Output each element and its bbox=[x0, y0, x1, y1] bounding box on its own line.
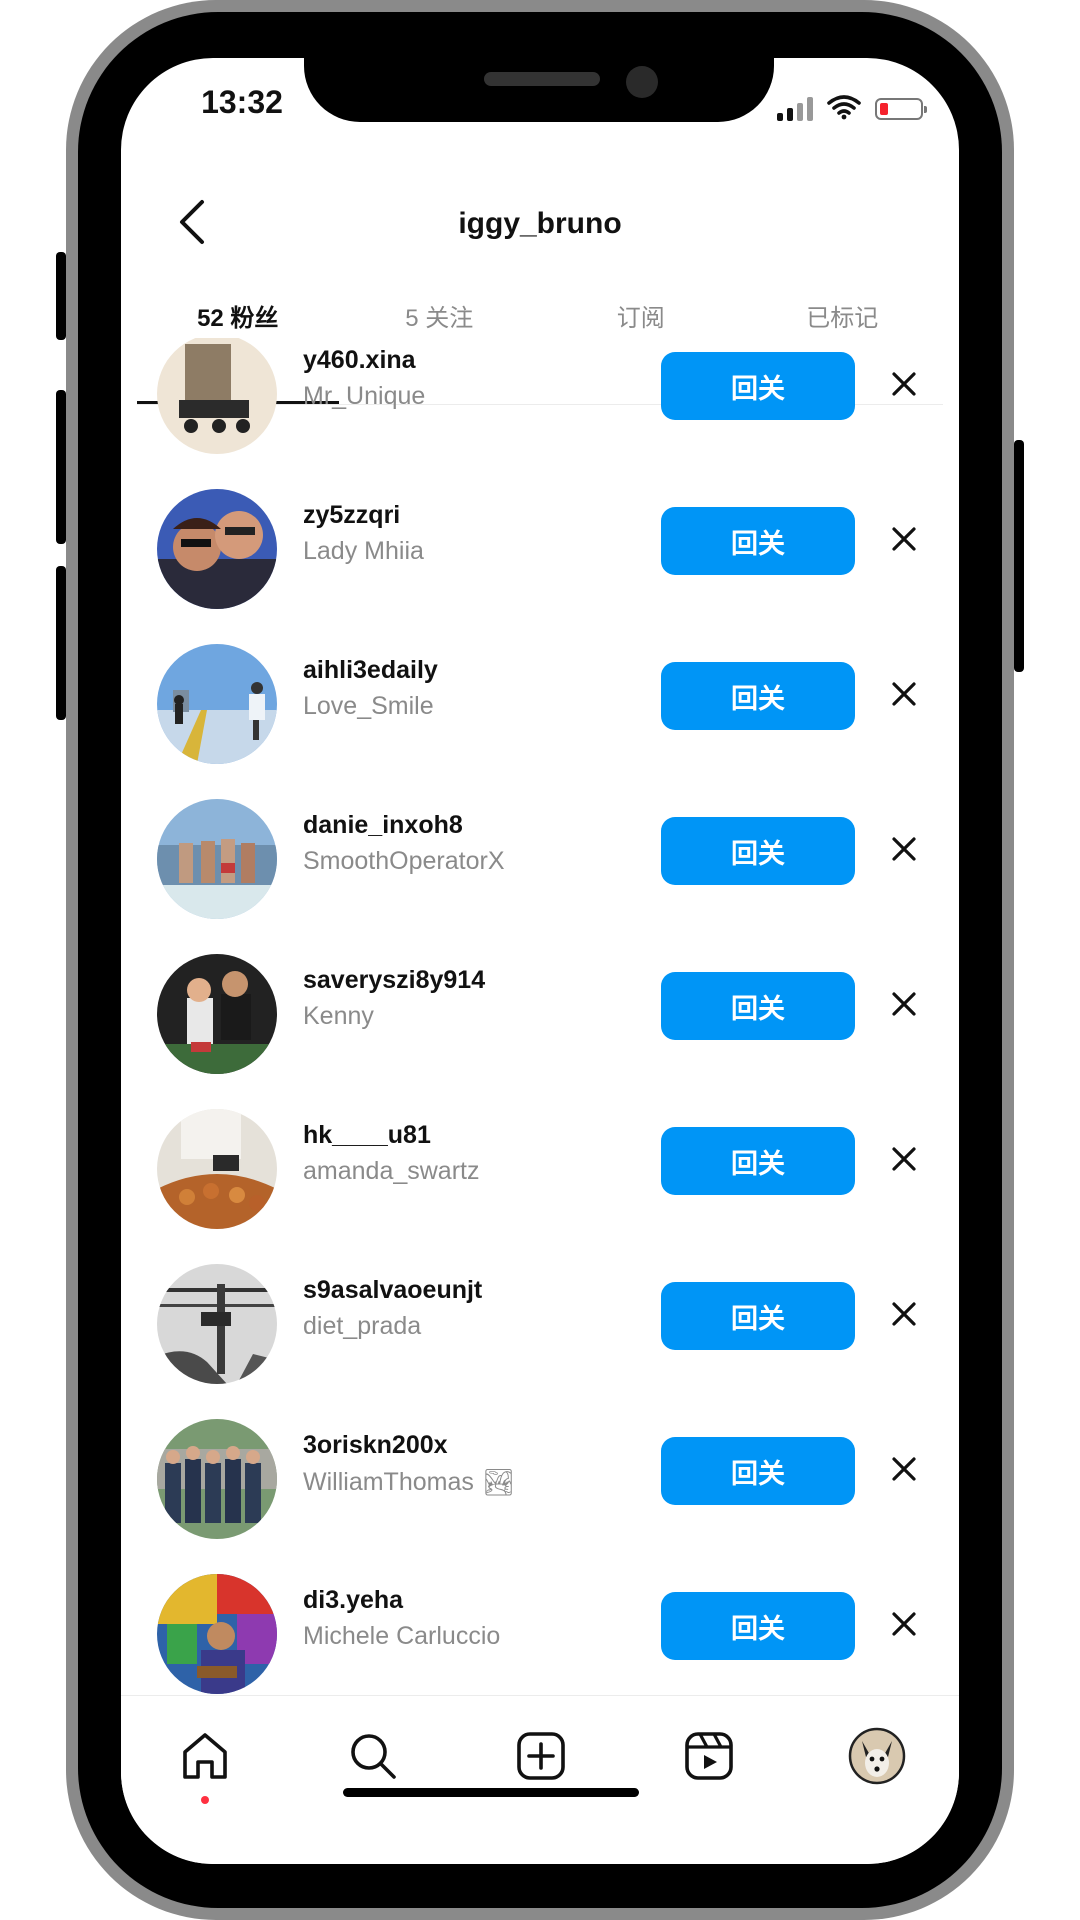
close-icon bbox=[891, 371, 917, 402]
remove-follower-button[interactable] bbox=[886, 1608, 922, 1644]
speaker bbox=[484, 72, 600, 86]
avatar[interactable] bbox=[157, 489, 277, 609]
followers-list: y460.xina Mr_Unique 回关 zy5zzqri Lady Mhi… bbox=[121, 338, 959, 1695]
close-icon bbox=[891, 1301, 917, 1332]
home-icon bbox=[179, 1730, 231, 1787]
front-camera bbox=[626, 66, 658, 98]
remove-follower-button[interactable] bbox=[886, 678, 922, 714]
remove-follower-button[interactable] bbox=[886, 833, 922, 869]
avatar[interactable] bbox=[157, 1264, 277, 1384]
remove-follower-button[interactable] bbox=[886, 1453, 922, 1489]
avatar[interactable] bbox=[157, 1574, 277, 1694]
follower-username[interactable]: zy5zzqri bbox=[303, 501, 400, 530]
nav-search[interactable] bbox=[345, 1730, 401, 1786]
signal-icon bbox=[777, 97, 813, 121]
remove-follower-button[interactable] bbox=[886, 368, 922, 404]
remove-follower-button[interactable] bbox=[886, 1143, 922, 1179]
wifi-icon bbox=[827, 94, 861, 125]
close-icon bbox=[891, 991, 917, 1022]
notch bbox=[304, 58, 774, 122]
avatar[interactable] bbox=[157, 954, 277, 1074]
follow-back-button[interactable]: 回关 bbox=[661, 817, 855, 885]
chevron-left-icon bbox=[176, 199, 206, 250]
avatar[interactable] bbox=[157, 644, 277, 764]
status-icons bbox=[777, 94, 927, 125]
follower-username[interactable]: aihli3edaily bbox=[303, 656, 438, 685]
follower-display-name: Lady Mhiia bbox=[303, 537, 424, 565]
follower-display-name: SmoothOperatorX bbox=[303, 847, 505, 875]
side-button-mute bbox=[56, 252, 66, 340]
avatar[interactable] bbox=[157, 1109, 277, 1229]
battery-icon bbox=[875, 98, 927, 120]
avatar[interactable] bbox=[157, 799, 277, 919]
close-icon bbox=[891, 836, 917, 867]
remove-follower-button[interactable] bbox=[886, 523, 922, 559]
follow-back-button[interactable]: 回关 bbox=[661, 1592, 855, 1660]
follower-username[interactable]: y460.xina bbox=[303, 346, 416, 375]
avatar[interactable] bbox=[157, 1419, 277, 1539]
follower-username[interactable]: s9asalvaoeunjt bbox=[303, 1276, 482, 1305]
nav-create[interactable] bbox=[513, 1730, 569, 1786]
close-icon bbox=[891, 1611, 917, 1642]
follow-back-button[interactable]: 回关 bbox=[661, 352, 855, 420]
follower-display-name: Mr_Unique bbox=[303, 382, 426, 410]
follower-display-name: amanda_swartz bbox=[303, 1157, 480, 1185]
list-item: danie_inxoh8 SmoothOperatorX 回关 bbox=[121, 799, 959, 954]
follow-back-button[interactable]: 回关 bbox=[661, 1282, 855, 1350]
follower-display-name: Love_Smile bbox=[303, 692, 434, 720]
remove-follower-button[interactable] bbox=[886, 1298, 922, 1334]
back-button[interactable] bbox=[161, 178, 221, 270]
follow-back-button[interactable]: 回关 bbox=[661, 662, 855, 730]
list-item: saveryszi8y914 Kenny 回关 bbox=[121, 954, 959, 1109]
nav-profile[interactable] bbox=[848, 1727, 906, 1786]
follower-display-name: Kenny bbox=[303, 1002, 374, 1030]
list-item: y460.xina Mr_Unique 回关 bbox=[121, 338, 959, 489]
list-item: di3.yeha Michele Carluccio 回关 bbox=[121, 1574, 959, 1695]
notification-dot bbox=[201, 1796, 209, 1804]
follow-back-button[interactable]: 回关 bbox=[661, 507, 855, 575]
list-item: 3oriskn200x WilliamThomas 🏞 回关 bbox=[121, 1419, 959, 1574]
list-item: aihli3edaily Love_Smile 回关 bbox=[121, 644, 959, 799]
screen: 13:32 iggy_bruno 52 粉丝 5 关注 订阅 已标记 y460.… bbox=[121, 58, 959, 1864]
nav-reels[interactable] bbox=[681, 1730, 737, 1786]
search-icon bbox=[347, 1730, 399, 1787]
follow-back-button[interactable]: 回关 bbox=[661, 1437, 855, 1505]
header: iggy_bruno bbox=[121, 178, 959, 270]
avatar[interactable] bbox=[157, 338, 277, 454]
follower-display-name: WilliamThomas 🏞 bbox=[303, 1467, 515, 1497]
create-icon bbox=[515, 1730, 567, 1787]
profile-avatar bbox=[848, 1727, 906, 1790]
close-icon bbox=[891, 1456, 917, 1487]
remove-follower-button[interactable] bbox=[886, 988, 922, 1024]
list-item: zy5zzqri Lady Mhiia 回关 bbox=[121, 489, 959, 644]
follower-username[interactable]: hk____u81 bbox=[303, 1121, 431, 1150]
bottom-nav bbox=[121, 1695, 959, 1864]
follower-username[interactable]: danie_inxoh8 bbox=[303, 811, 463, 840]
list-item: s9asalvaoeunjt diet_prada 回关 bbox=[121, 1264, 959, 1419]
status-time: 13:32 bbox=[201, 84, 283, 120]
side-button-volume-up bbox=[56, 390, 66, 544]
follower-username[interactable]: di3.yeha bbox=[303, 1586, 403, 1615]
follow-back-button[interactable]: 回关 bbox=[661, 972, 855, 1040]
reels-icon bbox=[683, 1730, 735, 1787]
follower-display-name: diet_prada bbox=[303, 1312, 422, 1340]
page-title: iggy_bruno bbox=[458, 207, 622, 240]
close-icon bbox=[891, 526, 917, 557]
list-item: hk____u81 amanda_swartz 回关 bbox=[121, 1109, 959, 1264]
follower-username[interactable]: 3oriskn200x bbox=[303, 1431, 448, 1460]
close-icon bbox=[891, 681, 917, 712]
side-button-volume-down bbox=[56, 566, 66, 720]
follow-back-button[interactable]: 回关 bbox=[661, 1127, 855, 1195]
home-indicator[interactable] bbox=[343, 1788, 639, 1797]
close-icon bbox=[891, 1146, 917, 1177]
landscape-emoji-icon: 🏞 bbox=[481, 1467, 515, 1497]
follower-username[interactable]: saveryszi8y914 bbox=[303, 966, 485, 995]
nav-home[interactable] bbox=[177, 1730, 233, 1786]
side-button-power bbox=[1014, 440, 1024, 672]
follower-display-name: Michele Carluccio bbox=[303, 1622, 501, 1650]
